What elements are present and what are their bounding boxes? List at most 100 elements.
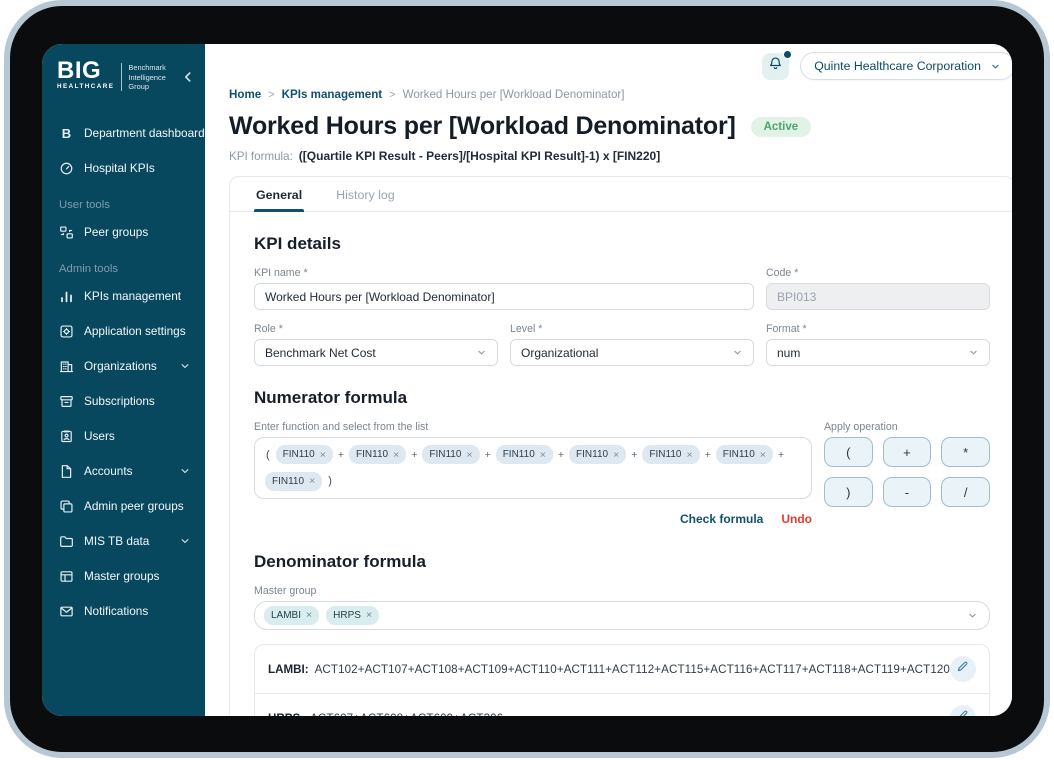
sidebar-item-notifications[interactable]: Notifications xyxy=(42,594,205,629)
chip-remove-icon[interactable]: × xyxy=(306,610,312,621)
chip-remove-icon[interactable]: × xyxy=(393,449,399,461)
format-label: Format * xyxy=(765,323,807,335)
apply-operation-label: Apply operation xyxy=(823,421,898,433)
pencil-icon xyxy=(956,709,969,716)
sidebar-item-label: Admin peer groups xyxy=(84,499,184,514)
sidebar: BIG HEALTHCARE Benchmark Intelligence Gr… xyxy=(42,44,205,716)
tabs: General History log xyxy=(230,177,1012,212)
sidebar-item-mis-tb-data[interactable]: MIS TB data xyxy=(42,524,205,559)
sidebar-item-label: Hospital KPIs xyxy=(84,161,155,176)
group-formula: ACT102+ACT107+ACT108+ACT109+ACT110+ACT11… xyxy=(314,662,950,676)
operation-buttons: ( + *) - / xyxy=(823,437,990,507)
breadcrumb-item-home[interactable]: Home xyxy=(229,88,261,101)
sidebar-item-hospital-kpis[interactable]: Hospital KPIs xyxy=(42,151,205,186)
level-label: Level * xyxy=(509,323,543,335)
sidebar-item-label: Department dashboard xyxy=(84,126,205,141)
level-field-group: Level * Organizational xyxy=(509,323,754,366)
bar-chart-icon xyxy=(59,289,74,304)
operation-button-divide[interactable]: / xyxy=(941,477,990,507)
tab-history-log[interactable]: History log xyxy=(334,177,397,211)
level-select-value: Organizational xyxy=(520,345,599,360)
sidebar-item-department-dashboard[interactable]: B Department dashboard xyxy=(42,116,205,151)
operation-button-closeminusparen[interactable]: ) xyxy=(823,477,873,507)
company-selector[interactable]: Quinte Healthcare Corporation xyxy=(800,52,1012,80)
breadcrumb-separator: > xyxy=(389,88,396,101)
group-name: LAMBI: xyxy=(268,662,309,676)
gauge-icon xyxy=(59,161,74,176)
chip-remove-icon[interactable]: × xyxy=(466,449,472,461)
formula-chip-label: FIN110 xyxy=(429,449,462,461)
kpi-name-input[interactable]: Worked Hours per [Workload Denominator] xyxy=(254,283,754,310)
sidebar-item-master-groups[interactable]: Master groups xyxy=(42,559,205,594)
peer-groups-icon xyxy=(59,225,74,240)
formula-plus-operator: + xyxy=(337,448,345,461)
sidebar-item-users[interactable]: Users xyxy=(42,419,205,454)
sidebar-item-label: Subscriptions xyxy=(84,394,155,409)
master-group-chip: LAMBI × xyxy=(264,606,320,625)
chip-remove-icon[interactable]: × xyxy=(686,449,692,461)
sidebar-item-peer-groups[interactable]: Peer groups xyxy=(42,215,205,250)
edit-group-button[interactable] xyxy=(949,705,976,716)
sidebar-item-accounts[interactable]: Accounts xyxy=(42,454,205,489)
app-window: BIG HEALTHCARE Benchmark Intelligence Gr… xyxy=(42,44,1012,716)
numerator-heading: Numerator formula xyxy=(254,388,408,407)
formula-chip-label: FIN110 xyxy=(356,449,389,461)
undo-button[interactable]: Undo xyxy=(781,512,812,526)
sidebar-item-organizations[interactable]: Organizations xyxy=(42,349,205,384)
role-field-group: Role * Benchmark Net Cost xyxy=(254,323,498,366)
formula-plus-operator: + xyxy=(411,448,418,461)
role-select[interactable]: Benchmark Net Cost xyxy=(254,339,498,366)
operation-button-plus[interactable]: + xyxy=(882,437,932,467)
operation-button-minus[interactable]: - xyxy=(882,477,932,507)
tab-general[interactable]: General xyxy=(254,177,305,212)
kpi-formula-line: KPI formula: ([Quartile KPI Result - Pee… xyxy=(229,149,1012,163)
sidebar-item-subscriptions[interactable]: Subscriptions xyxy=(42,384,205,419)
app-settings-icon xyxy=(59,324,74,339)
chip-remove-icon[interactable]: × xyxy=(540,449,546,461)
breadcrumb-item-kpis-management[interactable]: KPIs management xyxy=(282,88,383,101)
chip-remove-icon[interactable]: × xyxy=(320,449,326,461)
chip-remove-icon[interactable]: × xyxy=(613,449,619,461)
master-group-chip-label: HRPS xyxy=(333,610,361,621)
format-select[interactable]: num xyxy=(765,339,990,366)
breadcrumb-separator: > xyxy=(268,88,275,101)
sidebar-collapse-chevron-left-icon[interactable] xyxy=(181,70,195,84)
check-formula-button[interactable]: Check formula xyxy=(680,512,763,526)
logo-tagline-line: Intelligence xyxy=(128,72,166,82)
folder-icon xyxy=(59,534,74,549)
logo-wordmark: BIG HEALTHCARE xyxy=(57,59,115,90)
role-label: Role * xyxy=(254,323,283,335)
chip-remove-icon[interactable]: × xyxy=(366,610,372,621)
sidebar-item-application-settings[interactable]: Application settings xyxy=(42,314,205,349)
logo-sub-text: HEALTHCARE xyxy=(57,82,115,90)
notifications-bell-button[interactable] xyxy=(762,49,793,80)
kpi-card: General History log KPI details KPI name … xyxy=(229,176,1012,716)
chip-remove-icon[interactable]: × xyxy=(309,476,315,487)
kpi-details-row2: Role * Benchmark Net Cost Level * Organi… xyxy=(254,323,990,366)
numerator-formula-input[interactable]: (FIN110 × + FIN110 × + FIN110 × + FIN110 × + FIN110 ×… xyxy=(254,437,812,499)
master-group-row: LAMBI: ACT102+ACT107+ACT108+ACT109+ACT110… xyxy=(255,645,989,694)
kpi-name-field-group: KPI name * Worked Hours per [Workload De… xyxy=(254,267,754,310)
chip-remove-icon[interactable]: × xyxy=(760,449,766,461)
sidebar-item-admin-peer-groups[interactable]: Admin peer groups xyxy=(42,489,205,524)
sidebar-item-label: Organizations xyxy=(84,359,157,374)
formula-chip: FIN110 × xyxy=(569,445,627,465)
sidebar-item-label: Notifications xyxy=(84,604,149,619)
formula-chip-label: FIN110 xyxy=(502,449,535,461)
formula-chip-label: FIN110 xyxy=(649,449,682,461)
master-group-rows: LAMBI: ACT102+ACT107+ACT108+ACT109+ACT110… xyxy=(254,644,990,716)
operation-button-openminusparen[interactable]: ( xyxy=(823,437,873,467)
chevron-down-icon xyxy=(968,347,979,358)
level-select[interactable]: Organizational xyxy=(509,339,754,366)
denominator-heading: Denominator formula xyxy=(254,552,426,571)
sidebar-section-label: User tools xyxy=(59,198,110,211)
operation-button-multiply[interactable]: * xyxy=(941,437,990,467)
master-group-row: HRPS: ACT607+ACT608+ACT609+ACT306 xyxy=(255,694,989,716)
sidebar-item-kpis-management[interactable]: KPIs management xyxy=(42,279,205,314)
master-group-chip: HRPS × xyxy=(326,606,380,625)
role-select-value: Benchmark Net Cost xyxy=(265,345,376,360)
title-row: Worked Hours per [Workload Denominator] … xyxy=(229,112,1012,141)
chevron-down-icon xyxy=(476,347,487,358)
edit-group-button[interactable] xyxy=(949,656,976,682)
master-group-select[interactable]: LAMBI × HRPS × xyxy=(254,601,990,630)
